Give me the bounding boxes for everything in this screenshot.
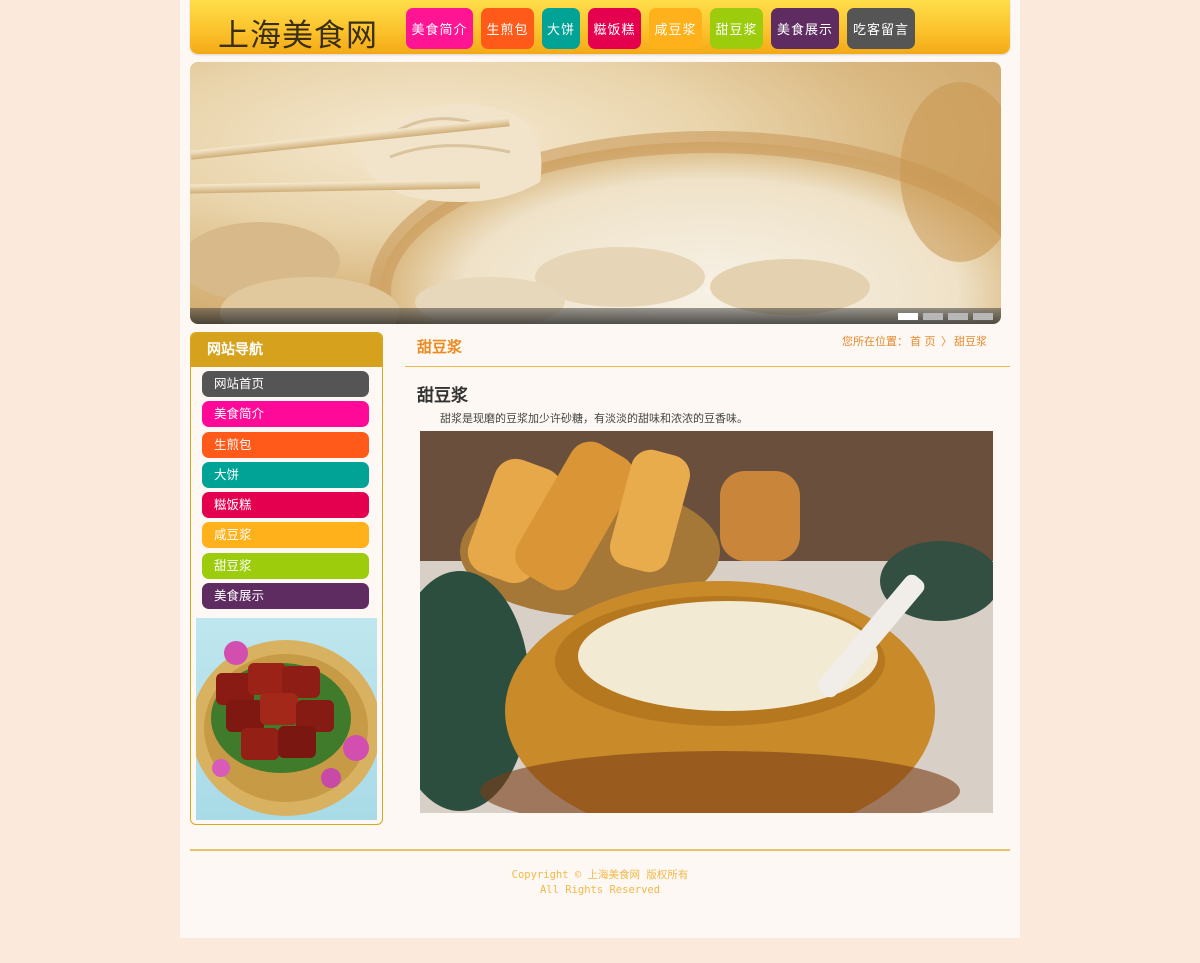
banner-caption-bar [190,308,1001,324]
sidebar-item-home[interactable]: 网站首页 [202,371,369,397]
braised-pork-photo [196,618,377,820]
header: 上海美食网 美食简介 生煎包 大饼 糍饭糕 咸豆浆 甜豆浆 美食展示 吃客留言 [190,0,1010,54]
sidebar-nav: 网站首页 美食简介 生煎包 大饼 糍饭糕 咸豆浆 甜豆浆 美食展示 [202,371,369,613]
sidebar-item-sweet-soymilk[interactable]: 甜豆浆 [202,552,369,579]
slider-dot[interactable] [898,313,918,320]
top-nav-item-salty-soymilk[interactable]: 咸豆浆 [649,8,702,49]
breadcrumb-current: 甜豆浆 [954,335,987,348]
top-nav-item-intro[interactable]: 美食简介 [406,8,473,49]
soup-dumplings-photo [190,82,1001,324]
breadcrumb-separator: 〉 [941,335,952,348]
footer-rights: All Rights Reserved [539,884,661,896]
top-nav-item-showcase[interactable]: 美食展示 [771,8,839,49]
slider-indicators [898,313,993,320]
sidebar-item-showcase[interactable]: 美食展示 [202,583,369,610]
slider-dot[interactable] [948,313,968,320]
sidebar-item-salty-soymilk[interactable]: 咸豆浆 [202,522,369,549]
article-title: 甜豆浆 [417,386,468,406]
top-nav: 美食简介 生煎包 大饼 糍饭糕 咸豆浆 甜豆浆 美食展示 吃客留言 [406,8,915,49]
sweet-soy-milk-photo [420,431,993,813]
top-nav-item-shengjian[interactable]: 生煎包 [481,8,534,49]
top-nav-item-guestbook[interactable]: 吃客留言 [847,8,915,49]
breadcrumb-home-link[interactable]: 首 页 [910,335,936,348]
sidebar-item-cifangao[interactable]: 糍饭糕 [202,492,369,519]
sidebar: 网站导航 网站首页 美食简介 生煎包 大饼 糍饭糕 咸豆浆 甜豆浆 美食展示 [190,332,383,825]
footer-copyright: Copyright © 上海美食网 版权所有 [511,869,689,881]
content-header: 甜豆浆 您所在位置：首 页 〉甜豆浆 [405,330,1010,367]
article-text: 甜浆是现磨的豆浆加少许砂糖，有淡淡的甜味和浓浓的豆香味。 [440,412,748,425]
slider-dot[interactable] [973,313,993,320]
top-nav-item-cifangao[interactable]: 糍饭糕 [588,8,641,49]
footer-divider [190,849,1010,851]
sidebar-item-intro[interactable]: 美食简介 [202,401,369,428]
top-nav-item-dabing[interactable]: 大饼 [542,8,580,49]
slider-dot[interactable] [923,313,943,320]
sidebar-title: 网站导航 [191,333,382,367]
sidebar-item-dabing[interactable]: 大饼 [202,461,369,488]
site-logo[interactable]: 上海美食网 [218,10,378,55]
sidebar-item-shengjian[interactable]: 生煎包 [202,431,369,458]
banner-slider[interactable] [190,62,1001,324]
breadcrumb: 您所在位置：首 页 〉甜豆浆 [840,333,987,349]
section-title: 甜豆浆 [417,338,463,356]
breadcrumb-prefix: 您所在位置： [842,335,908,348]
top-nav-item-sweet-soymilk[interactable]: 甜豆浆 [710,8,763,49]
